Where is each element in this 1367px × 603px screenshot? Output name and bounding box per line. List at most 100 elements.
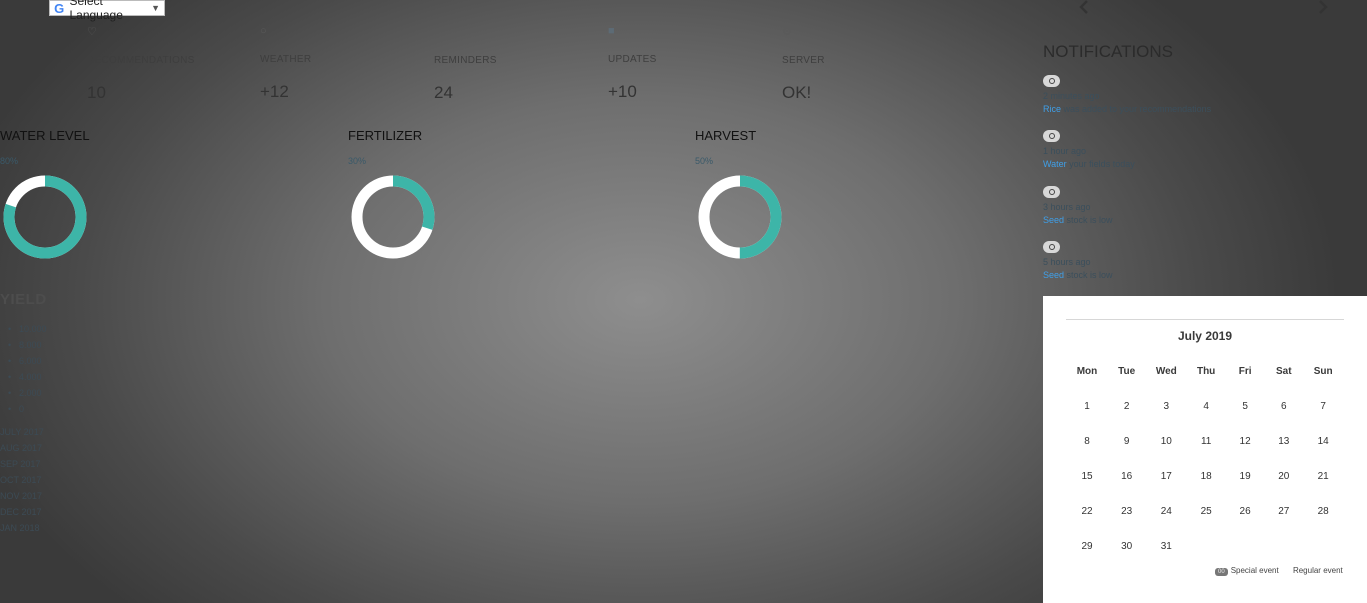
calendar-grid: Mon Tue Wed Thu Fri Sat Sun 1 2 3 4 5 6 …: [1066, 353, 1344, 565]
calendar-day[interactable]: 7: [1304, 390, 1342, 423]
calendar-month-label: July 2019: [1177, 329, 1233, 343]
stat-updates: ■ UPDATES +10: [608, 25, 657, 102]
calendar-day: [1265, 530, 1302, 563]
notification-highlight[interactable]: Seed: [1043, 270, 1064, 280]
donut-chart: [698, 175, 782, 259]
calendar-day[interactable]: 11: [1187, 425, 1225, 458]
language-selector[interactable]: G Select Language ▼: [49, 0, 165, 22]
calendar-day[interactable]: 15: [1068, 460, 1106, 493]
language-selector-label: Select Language: [69, 0, 123, 22]
clock-icon: [1043, 186, 1060, 198]
calendar-day[interactable]: 27: [1265, 495, 1302, 528]
calendar-week-row: 22 23 24 25 26 27 28: [1068, 495, 1342, 528]
stat-server: ⚙ SERVER OK!: [782, 25, 825, 103]
calendar-week-row: 1 2 3 4 5 6 7: [1068, 390, 1342, 423]
calendar-day[interactable]: 13: [1265, 425, 1302, 458]
calendar-day[interactable]: 19: [1227, 460, 1263, 493]
calendar-day[interactable]: 24: [1147, 495, 1185, 528]
stat-label: UPDATES: [608, 54, 657, 65]
next-month-button[interactable]: [1318, 0, 1328, 19]
stat-label: WEATHER: [260, 54, 312, 65]
calendar-day[interactable]: 23: [1108, 495, 1145, 528]
gauge-title: WATER LEVEL: [0, 128, 90, 143]
notification-item[interactable]: 1 hour ago Water your fields today: [1043, 130, 1135, 169]
donut-chart: [351, 175, 435, 259]
notification-highlight[interactable]: Rice: [1043, 104, 1061, 114]
calendar-day[interactable]: 17: [1147, 460, 1185, 493]
calendar-legend: 00 Special event Regular event: [1215, 566, 1343, 576]
calendar-day[interactable]: 14: [1304, 425, 1342, 458]
notification-time: 2 minutes ago: [1043, 91, 1100, 101]
calendar-day[interactable]: 3: [1147, 390, 1185, 423]
calendar-day[interactable]: 2: [1108, 390, 1145, 423]
calendar-day[interactable]: 8: [1068, 425, 1106, 458]
calendar-day[interactable]: 1: [1068, 390, 1106, 423]
calendar-day[interactable]: 22: [1068, 495, 1106, 528]
yield-value: 0: [8, 401, 47, 417]
calendar-day[interactable]: 5: [1227, 390, 1263, 423]
notification-item[interactable]: 2 minutes ago Rice was added to your rec…: [1043, 75, 1211, 114]
notification-highlight[interactable]: Seed: [1043, 215, 1064, 225]
calendar-day[interactable]: 16: [1108, 460, 1145, 493]
calendar-day[interactable]: 18: [1187, 460, 1225, 493]
square-icon: ■: [608, 25, 615, 37]
notification-item[interactable]: 5 hours ago Seed stock is low: [1043, 241, 1113, 280]
google-g-icon: G: [54, 0, 65, 16]
stat-recommendations: ♡ RECOMMENDATIONS 10: [87, 25, 195, 103]
notification-text: Seed stock is low: [1043, 215, 1113, 225]
yield-month: JULY 2017: [0, 427, 44, 437]
weekday-label: Thu: [1196, 366, 1216, 377]
notification-item[interactable]: 3 hours ago Seed stock is low: [1043, 186, 1113, 225]
stat-value: +10: [608, 82, 637, 101]
yield-value: 8.000: [8, 337, 47, 353]
calendar-week-row: 8 9 10 11 12 13 14: [1068, 425, 1342, 458]
prev-month-button[interactable]: [1079, 0, 1089, 19]
calendar-day[interactable]: 26: [1227, 495, 1263, 528]
yield-title: YIELD: [0, 291, 47, 308]
gauge-title: HARVEST: [695, 128, 757, 143]
calendar-day: [1187, 530, 1225, 563]
calendar-day[interactable]: 25: [1187, 495, 1225, 528]
calendar-day[interactable]: 30: [1108, 530, 1145, 563]
yield-value: 6.000: [8, 353, 47, 369]
calendar-day[interactable]: 31: [1147, 530, 1185, 563]
calendar-day[interactable]: 20: [1265, 460, 1302, 493]
stat-label: REMINDERS: [434, 55, 497, 66]
weekday-label: Wed: [1155, 366, 1177, 377]
clock-icon: [1043, 241, 1060, 253]
gauge-percent: 80%: [0, 156, 19, 166]
calendar-day[interactable]: 6: [1265, 390, 1302, 423]
calendar-day[interactable]: 9: [1108, 425, 1145, 458]
stat-weather: ○ WEATHER +12: [260, 25, 311, 102]
weekday-label: Fri: [1238, 366, 1252, 377]
gauge-title: FERTILIZER: [348, 128, 423, 143]
donut-chart: [3, 175, 87, 259]
calendar-week-row: 29 30 31: [1068, 530, 1342, 563]
regular-event-label: Regular event: [1292, 566, 1343, 575]
bell-icon: [434, 25, 497, 38]
server-icon: ⚙: [782, 26, 792, 38]
special-event-badge: 00: [1215, 568, 1228, 576]
calendar-day[interactable]: 12: [1227, 425, 1263, 458]
chevron-left-icon: [1079, 0, 1088, 14]
calendar-day[interactable]: 4: [1187, 390, 1225, 423]
yield-value: 2.000: [8, 385, 47, 401]
weekday-header-row: Mon Tue Wed Thu Fri Sat Sun: [1068, 355, 1342, 388]
notifications-title: NOTIFICATIONS: [1043, 42, 1174, 61]
yield-value: 10.000: [8, 321, 47, 337]
stat-value: 24: [434, 83, 453, 102]
notification-text: Water your fields today: [1043, 159, 1135, 169]
notification-time: 1 hour ago: [1043, 146, 1087, 156]
calendar-day[interactable]: 21: [1304, 460, 1342, 493]
calendar-day[interactable]: 28: [1304, 495, 1342, 528]
stat-label: SERVER: [782, 55, 825, 66]
notification-highlight[interactable]: Water: [1043, 159, 1067, 169]
calendar-day[interactable]: 10: [1147, 425, 1185, 458]
calendar-day[interactable]: 29: [1068, 530, 1106, 563]
yield-months: JULY 2017 AUG 2017 SEP 2017 OCT 2017 NOV…: [0, 424, 44, 536]
notification-text: Seed stock is low: [1043, 270, 1113, 280]
weekday-label: Sun: [1313, 366, 1333, 377]
gauge-fertilizer: FERTILIZER 30%: [348, 128, 438, 267]
calendar-top-divider: [1066, 319, 1344, 320]
yield-month: NOV 2017: [0, 491, 43, 501]
